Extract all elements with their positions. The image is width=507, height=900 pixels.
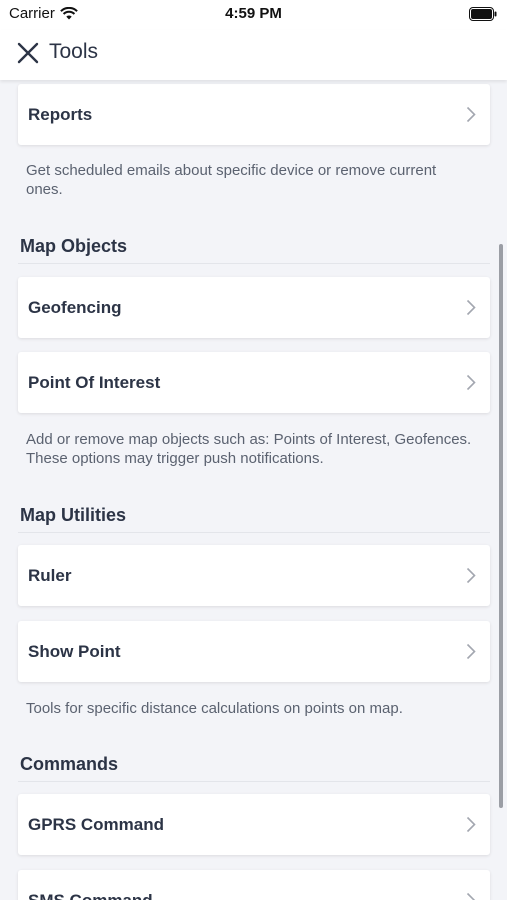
tools-list[interactable]: Reports Get scheduled emails about speci… bbox=[0, 80, 507, 900]
battery-icon bbox=[469, 7, 497, 21]
reports-description: Get scheduled emails about specific devi… bbox=[26, 162, 437, 198]
status-bar: Carrier 4:59 PM bbox=[0, 0, 507, 30]
close-icon[interactable] bbox=[16, 41, 40, 65]
sms-command-label: SMS Command bbox=[28, 890, 153, 900]
top-navigation-bar: Tools bbox=[0, 30, 507, 80]
map-utilities-description: Tools for specific distance calculations… bbox=[26, 700, 403, 717]
gprs-command-button[interactable]: GPRS Command bbox=[18, 794, 490, 855]
point-of-interest-label: Point Of Interest bbox=[28, 372, 161, 392]
page-title: Tools bbox=[49, 40, 99, 63]
chevron-right-icon bbox=[466, 106, 476, 123]
reports-label: Reports bbox=[28, 104, 93, 124]
show-point-button[interactable]: Show Point bbox=[18, 621, 490, 682]
section-divider bbox=[18, 532, 490, 533]
scrollbar[interactable] bbox=[499, 244, 503, 808]
map-utilities-heading: Map Utilities bbox=[20, 505, 127, 525]
section-divider bbox=[18, 263, 490, 264]
ruler-label: Ruler bbox=[28, 565, 72, 585]
point-of-interest-button[interactable]: Point Of Interest bbox=[18, 352, 490, 413]
section-divider bbox=[18, 781, 490, 782]
map-objects-heading: Map Objects bbox=[20, 236, 128, 256]
map-objects-description: Add or remove map objects such as: Point… bbox=[26, 431, 472, 467]
commands-heading: Commands bbox=[20, 754, 119, 774]
clock: 4:59 PM bbox=[225, 5, 282, 22]
reports-button[interactable]: Reports bbox=[18, 84, 490, 145]
sms-command-button[interactable]: SMS Command bbox=[18, 870, 490, 900]
chevron-right-icon bbox=[466, 374, 476, 391]
chevron-right-icon bbox=[466, 567, 476, 584]
chevron-right-icon bbox=[466, 299, 476, 316]
ruler-button[interactable]: Ruler bbox=[18, 545, 490, 606]
chevron-right-icon bbox=[466, 892, 476, 900]
gprs-command-label: GPRS Command bbox=[28, 814, 165, 834]
geofencing-button[interactable]: Geofencing bbox=[18, 277, 490, 338]
chevron-right-icon bbox=[466, 816, 476, 833]
chevron-right-icon bbox=[466, 643, 476, 660]
geofencing-label: Geofencing bbox=[28, 297, 122, 317]
show-point-label: Show Point bbox=[28, 641, 121, 661]
